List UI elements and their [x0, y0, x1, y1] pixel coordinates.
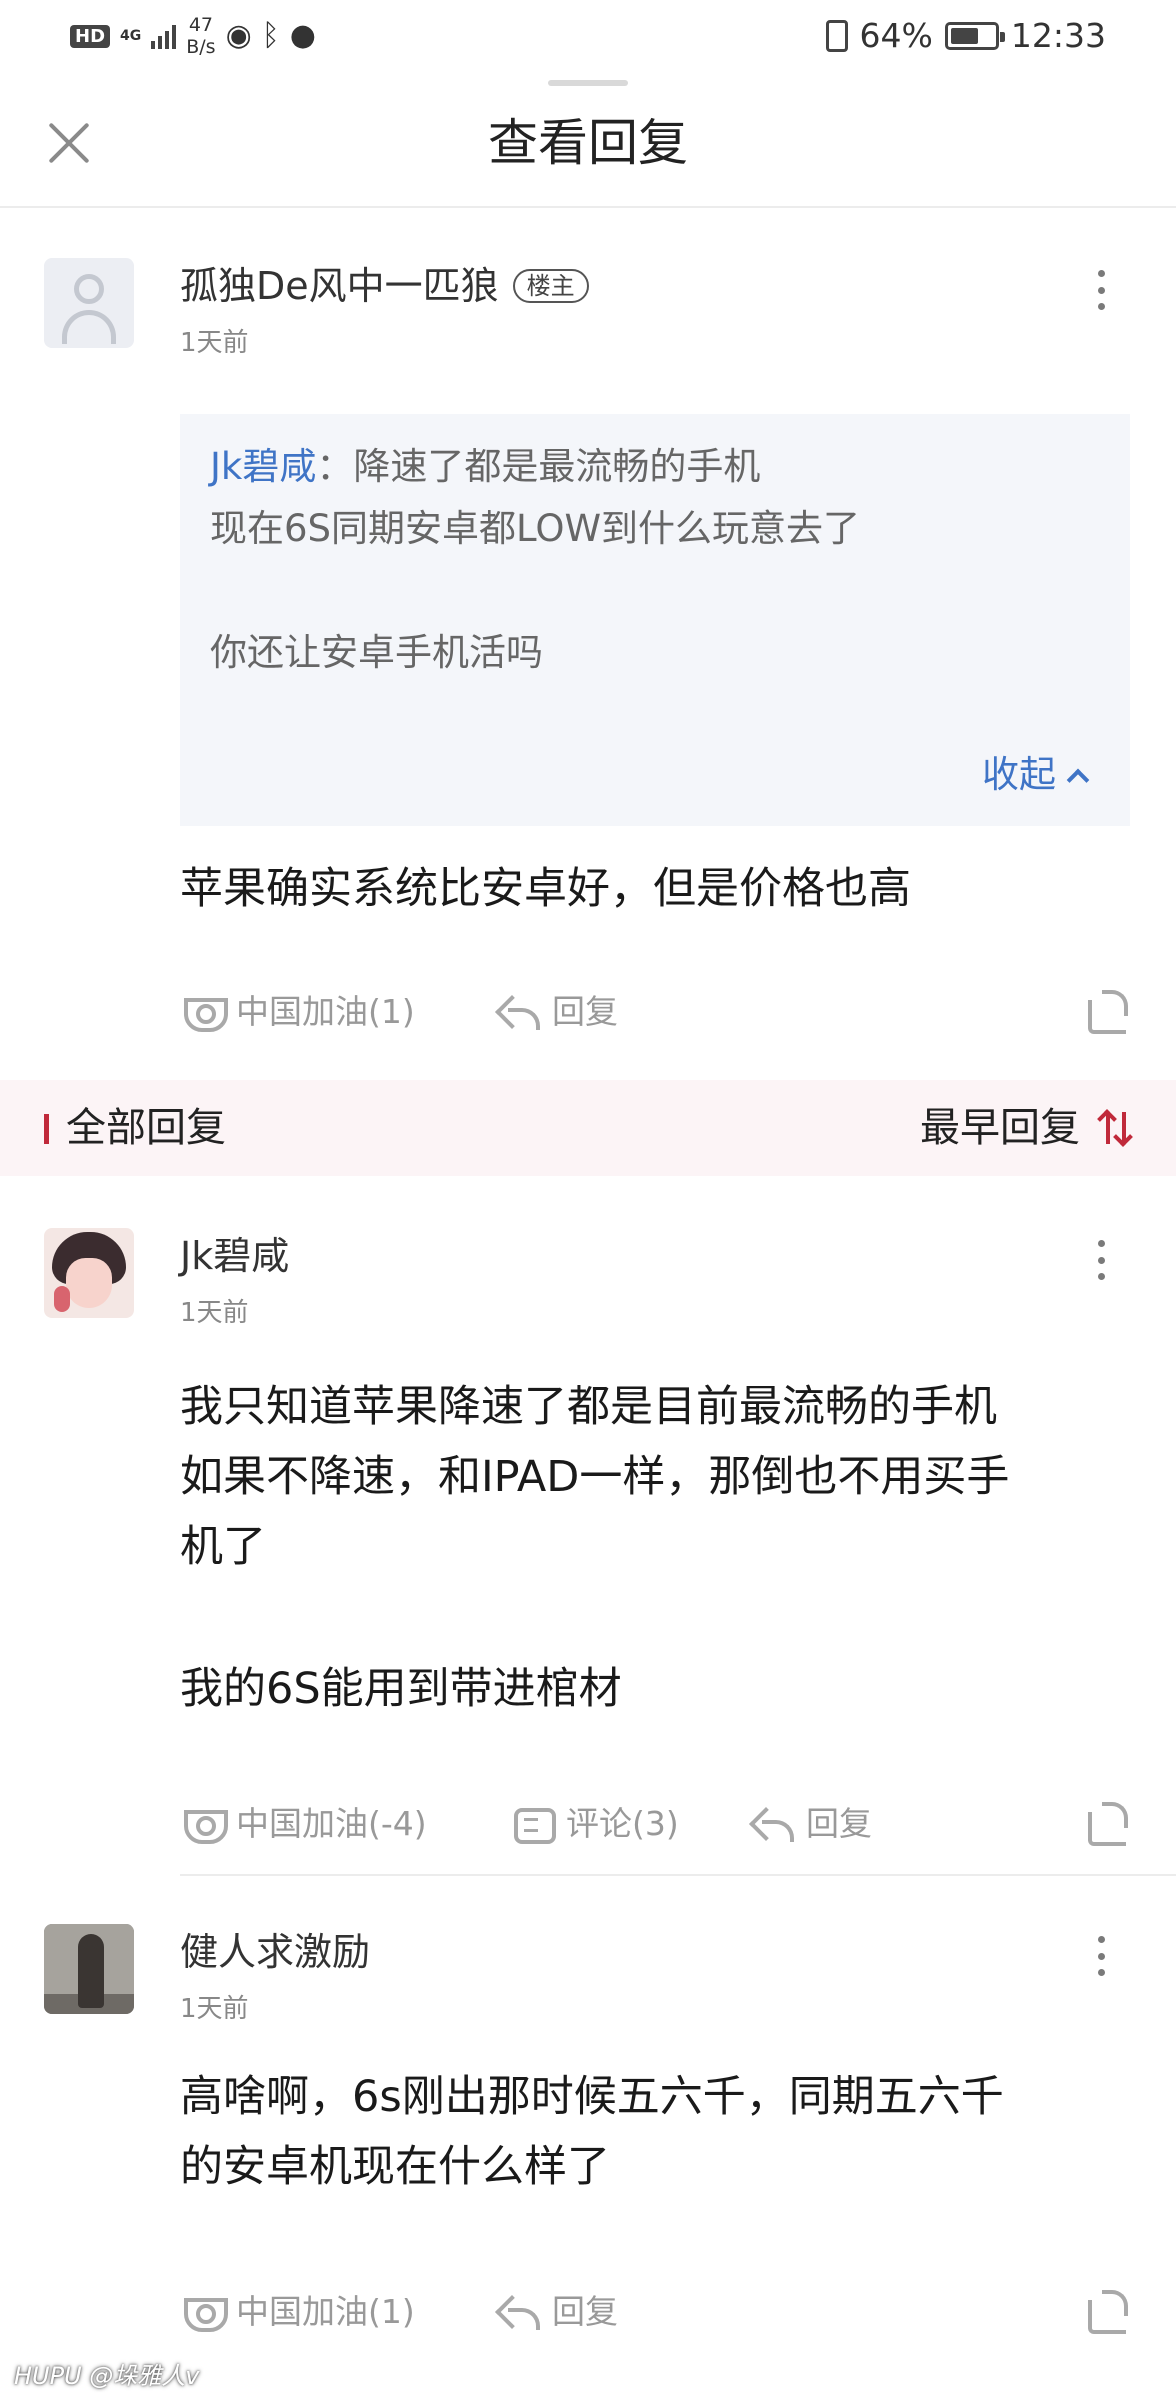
- status-left: HD 4G 47 B/s ◉ ᛒ ●: [70, 14, 316, 58]
- network-speed-unit: B/s: [186, 36, 216, 58]
- more-options-icon[interactable]: [1096, 1240, 1106, 1280]
- collapse-label: 收起: [982, 753, 1056, 796]
- avatar[interactable]: [44, 1924, 134, 2014]
- sort-label: 最早回复: [920, 1105, 1080, 1151]
- post-time: 1天前: [180, 328, 249, 358]
- cheer-label: 中国加油(1): [236, 992, 415, 1031]
- cheer-label: 中国加油(-4): [236, 1804, 427, 1843]
- network-speed: 47 B/s: [186, 14, 215, 58]
- cheer-button[interactable]: 中国加油(1): [180, 2282, 415, 2342]
- chevron-up-icon: [1066, 768, 1090, 792]
- avatar[interactable]: [44, 258, 134, 348]
- post-actions: 中国加油(1) 回复: [180, 2282, 1130, 2342]
- share-icon[interactable]: [1086, 2286, 1130, 2334]
- watermark: HUPU @垛雅人v: [14, 2362, 200, 2390]
- bluetooth-icon: ᛒ: [261, 18, 280, 53]
- cheer-button[interactable]: 中国加油(-4): [180, 1794, 427, 1854]
- section-marker: [44, 1114, 49, 1144]
- share-icon[interactable]: [1086, 1798, 1130, 1846]
- op-badge: 楼主: [512, 269, 589, 303]
- reply-content: 高啥啊，6s刚出那时候五六千，同期五六千: [180, 2072, 1004, 2122]
- username-text[interactable]: 健人求激励: [180, 1924, 370, 1980]
- sort-button[interactable]: 最早回复: [920, 1098, 1132, 1158]
- section-title: 全部回复: [66, 1105, 226, 1151]
- quoted-reply: Jk碧咸：降速了都是最流畅的手机 现在6S同期安卓都LOW到什么玩意去了 你还让…: [180, 414, 1130, 826]
- comment-button[interactable]: 评论(3): [510, 1794, 679, 1854]
- sort-icon: [1102, 1108, 1132, 1148]
- reply-icon: [750, 1804, 794, 1844]
- post-actions: 中国加油(1) 回复: [180, 982, 1130, 1042]
- avatar[interactable]: [44, 1228, 134, 1318]
- username[interactable]: Jk碧咸: [180, 1228, 289, 1284]
- post-actions: 中国加油(-4) 评论(3) 回复: [180, 1794, 1130, 1854]
- original-post: 孤独De风中一匹狼 楼主 1天前 Jk碧咸：降速了都是最流畅的手机 现在6S同期…: [0, 258, 1176, 1058]
- reply-item: Jk碧咸 1天前 我只知道苹果降速了都是目前最流畅的手机 如果不降速，和IPAD…: [0, 1228, 1176, 1868]
- reply-content: 的安卓机现在什么样了: [180, 2142, 610, 2192]
- cheer-icon: [180, 2292, 228, 2332]
- post-time: 1天前: [180, 1994, 249, 2024]
- share-icon[interactable]: [1086, 986, 1130, 1034]
- battery-percent: 64%: [859, 16, 933, 55]
- collapse-button[interactable]: 收起: [982, 750, 1090, 800]
- quote-text: 你还让安卓手机活吗: [210, 631, 543, 674]
- reply-button[interactable]: 回复: [750, 1794, 872, 1854]
- reply-label: 回复: [552, 992, 618, 1031]
- quote-text: 降速了都是最流畅的手机: [353, 445, 761, 488]
- username-text[interactable]: 孤独De风中一匹狼: [180, 258, 499, 314]
- cheer-button[interactable]: 中国加油(1): [180, 982, 415, 1042]
- cheer-icon: [180, 992, 228, 1032]
- reply-content: 我的6S能用到带进棺材: [180, 1664, 622, 1714]
- quote-separator: ：: [316, 445, 354, 488]
- reply-button[interactable]: 回复: [496, 982, 618, 1042]
- reply-content: 如果不降速，和IPAD一样，那倒也不用买手: [180, 1452, 1010, 1502]
- reply-label: 回复: [552, 2292, 618, 2331]
- quote-author[interactable]: Jk碧咸: [210, 445, 316, 488]
- cheer-icon: [180, 1804, 228, 1844]
- reply-content: 我只知道苹果降速了都是目前最流畅的手机: [180, 1382, 997, 1432]
- username[interactable]: 孤独De风中一匹狼 楼主: [180, 258, 589, 314]
- post-content: 苹果确实系统比安卓好，但是价格也高: [180, 864, 911, 914]
- vibrate-icon: [825, 19, 848, 52]
- reply-label: 回复: [806, 1804, 872, 1843]
- cheer-label: 中国加油(1): [236, 2292, 415, 2331]
- sheet-grabber[interactable]: [548, 80, 628, 86]
- all-replies-bar: 全部回复 最早回复: [0, 1080, 1176, 1176]
- comment-label: 评论(3): [566, 1804, 679, 1843]
- post-time: 1天前: [180, 1298, 249, 1328]
- reply-content: 机了: [180, 1522, 266, 1572]
- network-type: 4G: [120, 28, 142, 44]
- header: 查看回复: [0, 92, 1176, 208]
- more-options-icon[interactable]: [1096, 270, 1106, 310]
- divider: [180, 1874, 1176, 1876]
- reply-item: 健人求激励 1天前 高啥啊，6s刚出那时候五六千，同期五六千 的安卓机现在什么样…: [0, 1924, 1176, 2344]
- quote-text: 现在6S同期安卓都LOW到什么玩意去了: [210, 507, 861, 550]
- reply-icon: [496, 2292, 540, 2332]
- hd-indicator: HD: [70, 24, 111, 48]
- status-right: 64% 12:33: [825, 16, 1106, 55]
- battery-icon: [944, 21, 1005, 50]
- signal-icon: [151, 23, 177, 49]
- eye-icon: ◉: [225, 18, 252, 53]
- page-title: 查看回复: [488, 114, 688, 172]
- status-bar: HD 4G 47 B/s ◉ ᛒ ● 64% 12:33: [0, 0, 1176, 72]
- clock: 12:33: [1010, 16, 1106, 55]
- quote-line: Jk碧咸：降速了都是最流畅的手机: [210, 442, 760, 492]
- username[interactable]: 健人求激励: [180, 1924, 370, 1980]
- reply-icon: [496, 992, 540, 1032]
- chat-bubble-icon: ●: [289, 18, 316, 53]
- more-options-icon[interactable]: [1096, 1936, 1106, 1976]
- username-text[interactable]: Jk碧咸: [180, 1228, 289, 1284]
- network-speed-value: 47: [188, 14, 214, 36]
- reply-button[interactable]: 回复: [496, 2282, 618, 2342]
- comment-icon: [510, 1804, 556, 1844]
